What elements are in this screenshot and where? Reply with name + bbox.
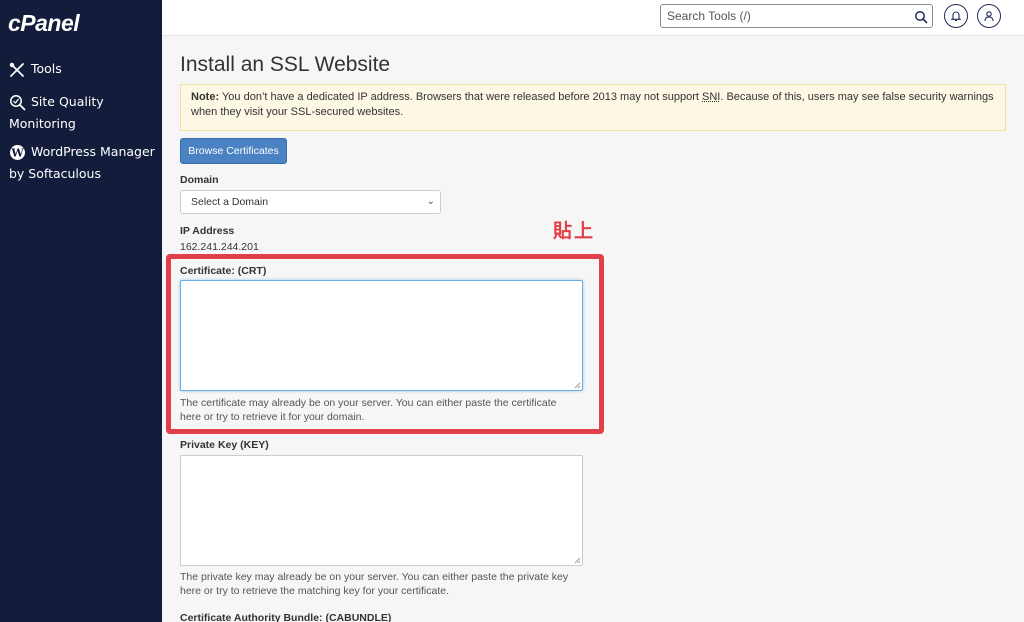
user-icon bbox=[983, 10, 995, 22]
search-placeholder: Search Tools (/) bbox=[667, 9, 751, 23]
private-key-label: Private Key (KEY) bbox=[180, 439, 269, 451]
domain-label: Domain bbox=[180, 174, 219, 186]
top-bar: Search Tools (/) bbox=[162, 0, 1024, 36]
bell-icon bbox=[950, 10, 962, 22]
chevron-down-icon: ⌄ bbox=[427, 191, 435, 213]
domain-select-value: Select a Domain bbox=[191, 196, 268, 208]
search-input[interactable]: Search Tools (/) bbox=[660, 4, 933, 28]
annotation-paste-label: 貼上 bbox=[553, 216, 595, 243]
sni-warning-note: Note: You don’t have a dedicated IP addr… bbox=[180, 84, 1006, 131]
wordpress-icon: W bbox=[9, 144, 27, 161]
cpanel-logo[interactable]: cPanel bbox=[8, 10, 79, 37]
tools-icon bbox=[9, 62, 27, 78]
search-icon[interactable] bbox=[914, 9, 928, 28]
sidebar: cPanel Tools Site Quality Monitoring W W… bbox=[0, 0, 162, 622]
private-key-textarea[interactable] bbox=[180, 455, 583, 566]
sni-abbr: SNI bbox=[702, 91, 720, 103]
note-text-1: You don’t have a dedicated IP address. B… bbox=[219, 91, 702, 103]
sidebar-item-label: WordPress Manager bbox=[31, 144, 155, 159]
private-key-help: The private key may already be on your s… bbox=[180, 570, 580, 598]
sidebar-item-label-2: by Softaculous bbox=[9, 166, 101, 181]
browse-certificates-button[interactable]: Browse Certificates bbox=[180, 138, 287, 164]
sidebar-item-site-quality[interactable]: Site Quality Monitoring bbox=[9, 91, 104, 135]
user-menu-button[interactable] bbox=[977, 4, 1001, 28]
cabundle-label: Certificate Authority Bundle: (CABUNDLE) bbox=[180, 612, 391, 622]
page-title: Install an SSL Website bbox=[180, 53, 390, 77]
resize-handle-icon[interactable] bbox=[573, 556, 581, 564]
svg-text:W: W bbox=[10, 147, 24, 160]
ip-address-value: 162.241.244.201 bbox=[180, 241, 259, 253]
sidebar-item-wordpress[interactable]: W WordPress Manager by Softaculous bbox=[9, 141, 155, 185]
notifications-button[interactable] bbox=[944, 4, 968, 28]
ip-address-label: IP Address bbox=[180, 225, 234, 237]
annotation-highlight-box bbox=[166, 254, 604, 434]
domain-select[interactable]: Select a Domain ⌄ bbox=[180, 190, 441, 214]
note-label: Note: bbox=[191, 91, 219, 103]
sidebar-item-label: Site Quality bbox=[31, 94, 104, 109]
sidebar-item-tools[interactable]: Tools bbox=[9, 58, 62, 80]
magnifier-icon bbox=[9, 94, 27, 111]
sidebar-item-label: Tools bbox=[31, 61, 62, 76]
sidebar-item-label-2: Monitoring bbox=[9, 116, 76, 131]
